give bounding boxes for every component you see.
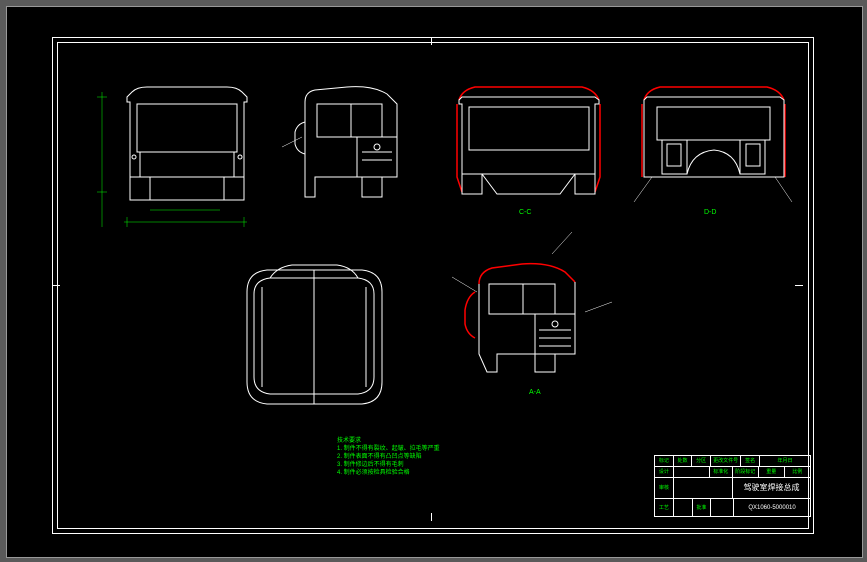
- tb-r1-c1: 标记: [655, 456, 674, 466]
- note-3: 3. 制件修边后不得有毛刺: [337, 461, 517, 469]
- tb-r3-c2: [674, 478, 733, 498]
- tick-left: [52, 285, 60, 286]
- view-section-dd: D-D: [632, 82, 797, 242]
- part-name: 驾驶室焊接总成: [733, 478, 810, 498]
- tick-top: [431, 37, 432, 45]
- tb-r1-c2: 处数: [674, 456, 693, 466]
- view-section-cc: C-C: [447, 82, 612, 242]
- tb-r2-c7: 比例: [785, 467, 810, 477]
- tb-r1-c6: 年月日: [760, 456, 810, 466]
- tick-right: [795, 285, 803, 286]
- view-front: [102, 82, 267, 242]
- title-block: 标记 处数 分区 更改文件号 签名 年月日 设计 标准化 阶段标记 重量 比例 …: [654, 455, 811, 517]
- note-2: 2. 制件表面不得有凸凹点等缺陷: [337, 453, 517, 461]
- note-4: 4. 制件必须按检具检验合格: [337, 469, 517, 477]
- tb-r1-c3: 分区: [692, 456, 711, 466]
- tb-r2-c5: 阶段标记: [733, 467, 759, 477]
- view-top: [232, 262, 397, 422]
- tb-r2-c3: 标准化: [710, 467, 733, 477]
- tick-bottom: [431, 513, 432, 521]
- label-dd: D-D: [704, 209, 716, 216]
- tb-r4-c1: 工艺: [655, 499, 674, 517]
- tb-r4-c4: [711, 499, 734, 517]
- tb-r2-c2: [674, 467, 710, 477]
- notes-title: 技术要求: [337, 437, 517, 445]
- tb-r1-c4: 更改文件号: [711, 456, 741, 466]
- tb-r4-c2: [674, 499, 693, 517]
- tb-r1-c5: 签名: [741, 456, 760, 466]
- view-section-aa: A-A: [457, 262, 622, 422]
- tb-r3-c1: 审核: [655, 478, 674, 498]
- label-aa: A-A: [529, 389, 541, 396]
- technical-notes: 技术要求 1. 制件不得有裂纹、起皱、拉毛等严重 2. 制件表面不得有凸凹点等缺…: [337, 437, 517, 477]
- drawing-no: QX1060-5000010: [734, 499, 810, 517]
- tb-r2-c1: 设计: [655, 467, 674, 477]
- note-1: 1. 制件不得有裂纹、起皱、拉毛等严重: [337, 445, 517, 453]
- tb-r4-c3: 批准: [693, 499, 712, 517]
- cad-canvas: C-C D-D: [6, 6, 863, 558]
- label-cc: C-C: [519, 209, 531, 216]
- tb-r2-c6: 重量: [759, 467, 785, 477]
- view-side: [287, 82, 417, 242]
